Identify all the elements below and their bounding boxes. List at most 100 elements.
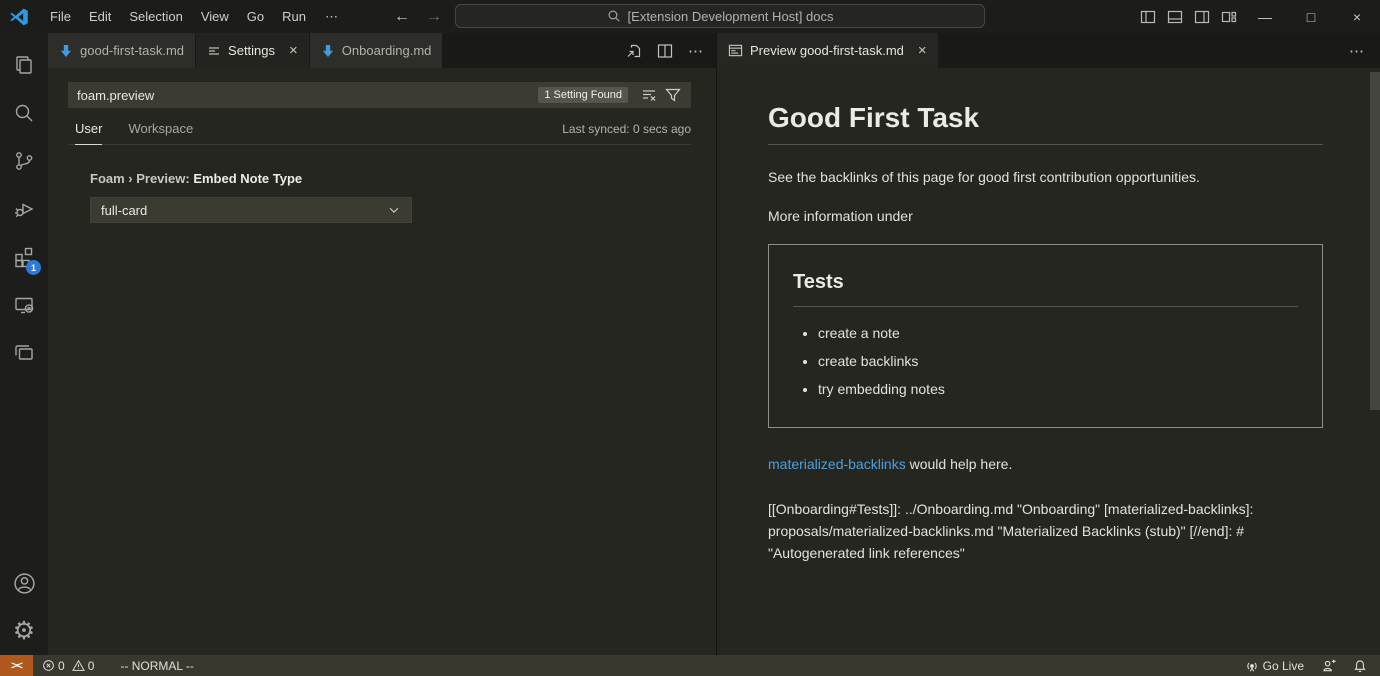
search-icon — [607, 9, 621, 23]
windows-view-icon[interactable] — [0, 329, 48, 377]
filter-funnel-icon[interactable] — [661, 87, 685, 103]
history-navigation: ← → — [394, 0, 442, 33]
backlink-paragraph: materialized-backlinks would help here. — [768, 454, 1323, 474]
tab-label: good-first-task.md — [80, 43, 184, 58]
left-tab-bar: good-first-task.md Settings × Onboarding… — [48, 33, 716, 68]
tab-label: Settings — [228, 43, 275, 58]
tab-onboarding[interactable]: Onboarding.md — [310, 33, 444, 68]
titlebar: File Edit Selection View Go Run ⋯ ← → [E… — [0, 0, 1380, 33]
forward-arrow-icon[interactable]: → — [426, 8, 442, 26]
close-window-button[interactable]: × — [1334, 0, 1380, 33]
close-tab-icon[interactable]: × — [289, 43, 298, 58]
editor-actions: ⋯ — [626, 33, 716, 68]
window-controls: — □ × — [1134, 0, 1380, 33]
embed-note-type-dropdown[interactable]: full-card — [90, 197, 412, 223]
vscode-window: File Edit Selection View Go Run ⋯ ← → [E… — [0, 0, 1380, 676]
menu-file[interactable]: File — [41, 0, 80, 33]
settings-search-bar: 1 Setting Found — [68, 82, 691, 108]
settings-editor: 1 Setting Found User Workspace Last sync… — [48, 68, 716, 223]
go-live-button[interactable]: Go Live — [1240, 655, 1309, 676]
embedded-note-card: Tests create a note create backlinks try… — [768, 244, 1323, 428]
remote-indicator[interactable]: >< — [0, 655, 33, 676]
settings-count-badge: 1 Setting Found — [538, 87, 628, 103]
menu-go[interactable]: Go — [238, 0, 273, 33]
tab-label: Preview good-first-task.md — [750, 43, 904, 58]
workbench: 1 ⚙ good-first-tas — [0, 33, 1380, 655]
menu-run[interactable]: Run — [273, 0, 315, 33]
markdown-preview: Good First Task See the backlinks of thi… — [717, 68, 1380, 655]
link-references-paragraph: [[Onboarding#Tests]]: ../Onboarding.md "… — [768, 498, 1323, 564]
split-editor-icon[interactable] — [657, 43, 673, 59]
error-icon — [42, 659, 55, 672]
scope-tab-workspace[interactable]: Workspace — [128, 121, 193, 144]
list-item: create a note — [818, 323, 1298, 343]
settings-scope-tabs: User Workspace Last synced: 0 secs ago — [68, 121, 691, 145]
warning-icon — [72, 659, 85, 672]
menu-edit[interactable]: Edit — [80, 0, 120, 33]
chevron-down-icon — [387, 203, 401, 217]
broadcast-icon — [1245, 659, 1259, 673]
go-live-label: Go Live — [1263, 659, 1304, 673]
scope-tab-user[interactable]: User — [75, 121, 102, 145]
editor-group-right: Preview good-first-task.md × ⋯ Good Firs… — [716, 33, 1380, 655]
clear-filters-icon[interactable] — [637, 87, 661, 103]
extensions-badge: 1 — [26, 260, 41, 275]
run-debug-icon[interactable] — [0, 185, 48, 233]
tab-label: Onboarding.md — [342, 43, 432, 58]
vscode-logo-icon — [9, 7, 29, 27]
feedback-icon[interactable] — [1317, 655, 1342, 676]
list-item: create backlinks — [818, 351, 1298, 371]
customize-layout-icon[interactable] — [1215, 0, 1242, 33]
settings-search-input[interactable] — [77, 88, 538, 103]
command-center-search[interactable]: [Extension Development Host] docs — [455, 4, 985, 28]
remote-explorer-icon[interactable] — [0, 281, 48, 329]
setting-title: Foam › Preview: Embed Note Type — [90, 171, 691, 186]
command-center-label: [Extension Development Host] docs — [628, 9, 834, 24]
warning-count: 0 — [88, 659, 95, 673]
toggle-secondary-sidebar-icon[interactable] — [1188, 0, 1215, 33]
menu-selection[interactable]: Selection — [120, 0, 191, 33]
tab-preview-good-first-task[interactable]: Preview good-first-task.md × — [717, 33, 939, 68]
markdown-file-icon — [59, 44, 73, 58]
back-arrow-icon[interactable]: ← — [394, 8, 410, 26]
setting-embed-note-type: Foam › Preview: Embed Note Type full-car… — [90, 171, 691, 223]
preview-title: Good First Task — [768, 101, 1323, 145]
status-bar-right: Go Live — [1240, 655, 1380, 676]
toggle-panel-icon[interactable] — [1161, 0, 1188, 33]
extensions-icon[interactable]: 1 — [0, 233, 48, 281]
toggle-primary-sidebar-icon[interactable] — [1134, 0, 1161, 33]
close-tab-icon[interactable]: × — [918, 43, 927, 58]
preview-more-info: More information under — [768, 206, 1323, 226]
embedded-note-heading: Tests — [793, 269, 1298, 307]
setting-category-label: Foam › Preview: — [90, 171, 193, 186]
list-item: try embedding notes — [818, 379, 1298, 399]
tab-settings[interactable]: Settings × — [196, 33, 310, 68]
problems-status[interactable]: 0 0 — [37, 655, 99, 676]
dropdown-value: full-card — [101, 203, 147, 218]
status-bar: >< 0 0 -- NORMAL -- Go Live — [0, 655, 1380, 676]
markdown-preview-icon — [728, 43, 743, 58]
error-count: 0 — [58, 659, 65, 673]
preview-intro: See the backlinks of this page for good … — [768, 167, 1323, 187]
more-actions-ellipsis-icon[interactable]: ⋯ — [1349, 33, 1380, 68]
preview-scrollbar-thumb[interactable] — [1370, 72, 1380, 410]
minimize-button[interactable]: — — [1242, 0, 1288, 33]
activity-bar: 1 ⚙ — [0, 33, 48, 655]
menu-overflow-ellipsis-icon[interactable]: ⋯ — [315, 0, 348, 33]
menu-view[interactable]: View — [192, 0, 238, 33]
explorer-icon[interactable] — [0, 41, 48, 89]
vim-mode-indicator[interactable]: -- NORMAL -- — [115, 655, 199, 676]
setting-name-label: Embed Note Type — [193, 171, 302, 186]
notifications-bell-icon[interactable] — [1348, 655, 1372, 676]
editor-group-left: good-first-task.md Settings × Onboarding… — [48, 33, 716, 655]
account-icon[interactable] — [0, 559, 48, 607]
materialized-backlinks-link[interactable]: materialized-backlinks — [768, 456, 906, 472]
source-control-icon[interactable] — [0, 137, 48, 185]
tab-good-first-task[interactable]: good-first-task.md — [48, 33, 196, 68]
more-actions-ellipsis-icon[interactable]: ⋯ — [688, 42, 703, 60]
open-settings-json-icon[interactable] — [626, 43, 642, 59]
maximize-button[interactable]: □ — [1288, 0, 1334, 33]
embedded-note-list: create a note create backlinks try embed… — [793, 323, 1298, 399]
search-view-icon[interactable] — [0, 89, 48, 137]
settings-gear-icon[interactable]: ⚙ — [0, 607, 48, 655]
